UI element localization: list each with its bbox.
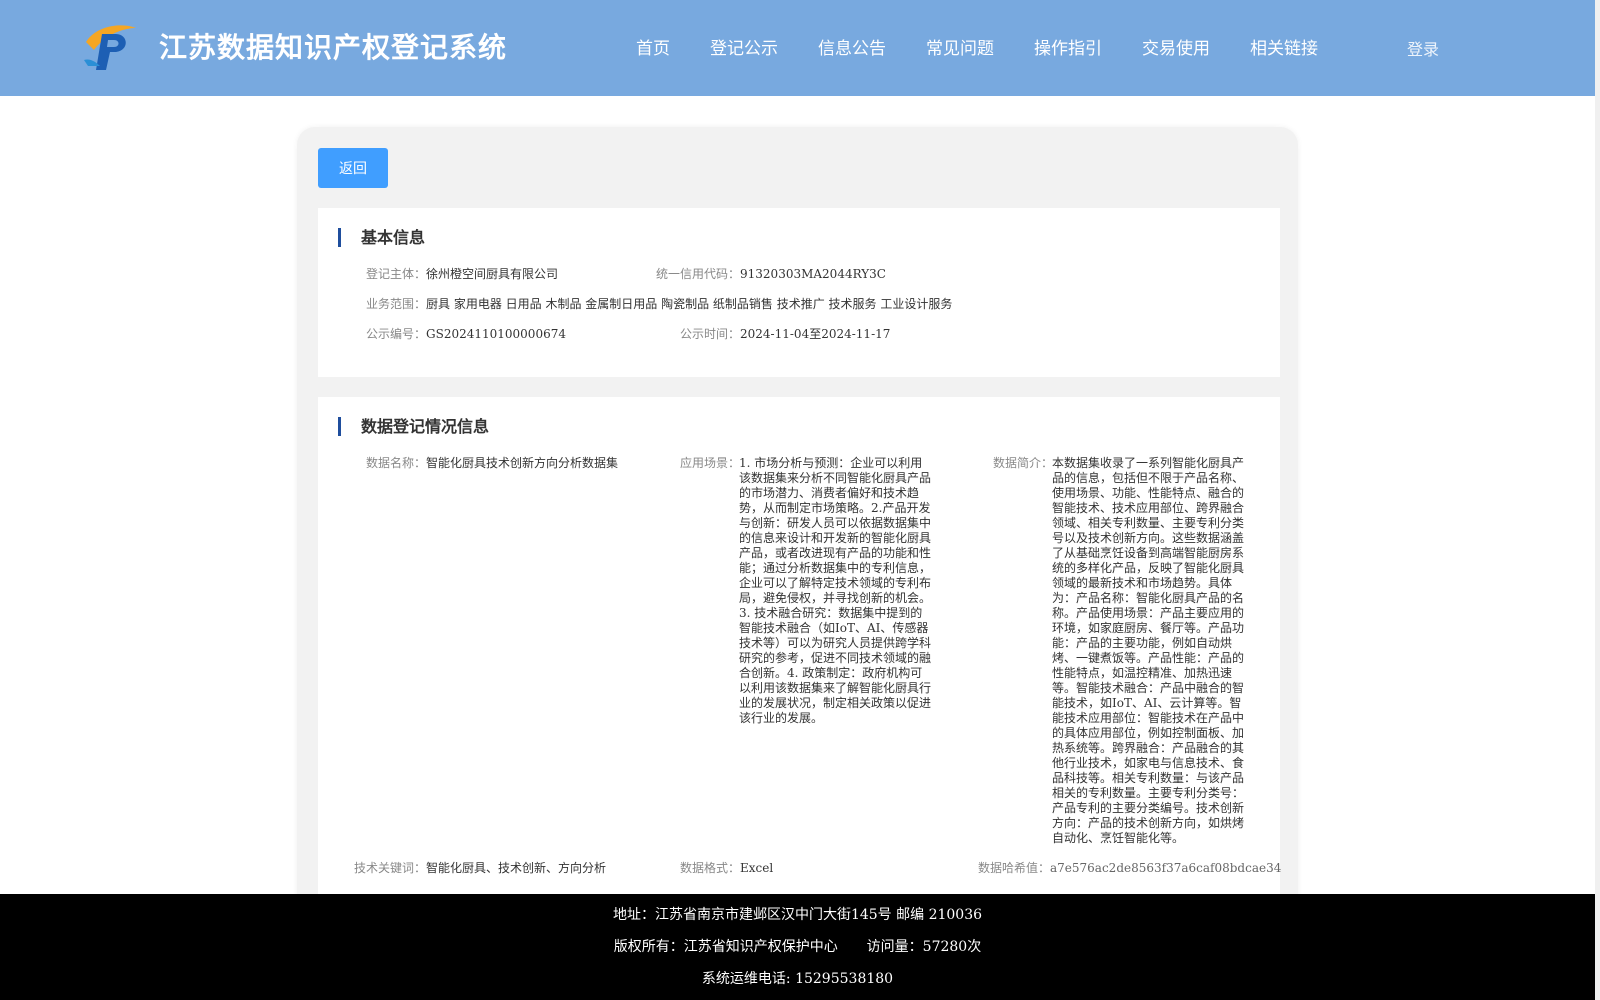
footer-copyright: 版权所有：江苏省知识产权保护中心 [613, 939, 838, 955]
notice-number-value: GS2024110100000674 [426, 327, 566, 341]
nav-registration-notice[interactable]: 登记公示 [710, 34, 778, 59]
notice-time-value: 2024-11-04至2024-11-17 [740, 327, 891, 341]
business-scope-field: 业务范围： 厨具 家用电器 日用品 木制品 金属制日用品 陶瓷制品 纸制品销售 … [366, 297, 952, 312]
data-registration-title: 数据登记情况信息 [338, 417, 489, 436]
notice-number-label: 公示编号： [366, 327, 427, 341]
basic-info-section: 基本信息 登记主体： 徐州橙空间厨具有限公司 统一信用代码： 91320303M… [318, 208, 1280, 377]
subject-field: 登记主体： 徐州橙空间厨具有限公司 [366, 267, 558, 282]
notice-time-field: 公示时间： 2024-11-04至2024-11-17 [680, 327, 890, 342]
credit-code-label: 统一信用代码： [656, 267, 741, 281]
data-format-field: 数据格式： Excel [680, 861, 773, 876]
credit-code-field: 统一信用代码： 91320303MA2044RY3C [656, 267, 886, 282]
business-scope-label: 业务范围： [366, 297, 427, 311]
footer-phone: 系统运维电话: 15295538180 [701, 971, 894, 987]
notice-number-field: 公示编号： GS2024110100000674 [366, 327, 566, 342]
basic-info-title: 基本信息 [338, 228, 425, 247]
site-title: 江苏数据知识产权登记系统 [159, 31, 508, 64]
data-intro-label: 数据简介： [993, 456, 1054, 470]
data-hash-value: a7e576ac2de8563f37a6caf08bdcae34 [1050, 861, 1282, 875]
detail-card: 返回 基本信息 登记主体： 徐州橙空间厨具有限公司 统一信用代码： 913203… [297, 127, 1298, 1000]
login-link[interactable]: 登录 [1407, 36, 1439, 60]
keywords-field: 技术关键词： 智能化厨具、技术创新、方向分析 [354, 861, 606, 876]
nav-trade-use[interactable]: 交易使用 [1142, 34, 1210, 59]
page-footer: 地址：江苏省南京市建邺区汉中门大街145号 邮编 210036 版权所有：江苏省… [0, 894, 1595, 1000]
credit-code-value: 91320303MA2044RY3C [740, 267, 886, 281]
data-intro-field: 数据简介： 本数据集收录了一系列智能化厨具产品的信息，包括但不限于产品名称、使用… [318, 456, 1280, 846]
nav-home[interactable]: 首页 [636, 34, 670, 59]
footer-address: 地址：江苏省南京市建邺区汉中门大街145号 邮编 210036 [612, 907, 983, 923]
business-scope-value: 厨具 家用电器 日用品 木制品 金属制日用品 陶瓷制品 纸制品销售 技术推广 技… [426, 297, 953, 311]
data-format-value: Excel [740, 861, 774, 875]
keywords-label: 技术关键词： [354, 861, 427, 875]
scrollbar[interactable] [1595, 0, 1600, 1000]
nav-faq[interactable]: 常见问题 [926, 34, 994, 59]
data-hash-label: 数据哈希值： [978, 861, 1051, 875]
nav-related-links[interactable]: 相关链接 [1250, 34, 1318, 59]
nav-guide[interactable]: 操作指引 [1034, 34, 1102, 59]
subject-value: 徐州橙空间厨具有限公司 [426, 267, 559, 281]
subject-label: 登记主体： [366, 267, 427, 281]
footer-copyright-row: 版权所有：江苏省知识产权保护中心 访问量：57280次 [0, 936, 1595, 956]
keywords-value: 智能化厨具、技术创新、方向分析 [426, 861, 607, 875]
main-nav: 首页 登记公示 信息公告 常见问题 操作指引 交易使用 相关链接 [636, 34, 1358, 59]
site-logo-icon[interactable] [80, 20, 140, 72]
top-header: 江苏数据知识产权登记系统 首页 登记公示 信息公告 常见问题 操作指引 交易使用… [0, 0, 1595, 96]
data-hash-field: 数据哈希值： a7e576ac2de8563f37a6caf08bdcae34 [978, 861, 1281, 876]
notice-time-label: 公示时间： [680, 327, 741, 341]
back-button[interactable]: 返回 [318, 148, 388, 188]
data-intro-value: 本数据集收录了一系列智能化厨具产品的信息，包括但不限于产品名称、使用场景、功能、… [1052, 456, 1245, 845]
footer-visits: 访问量：57280次 [866, 939, 982, 955]
nav-info-announcement[interactable]: 信息公告 [818, 34, 886, 59]
data-format-label: 数据格式： [680, 861, 741, 875]
